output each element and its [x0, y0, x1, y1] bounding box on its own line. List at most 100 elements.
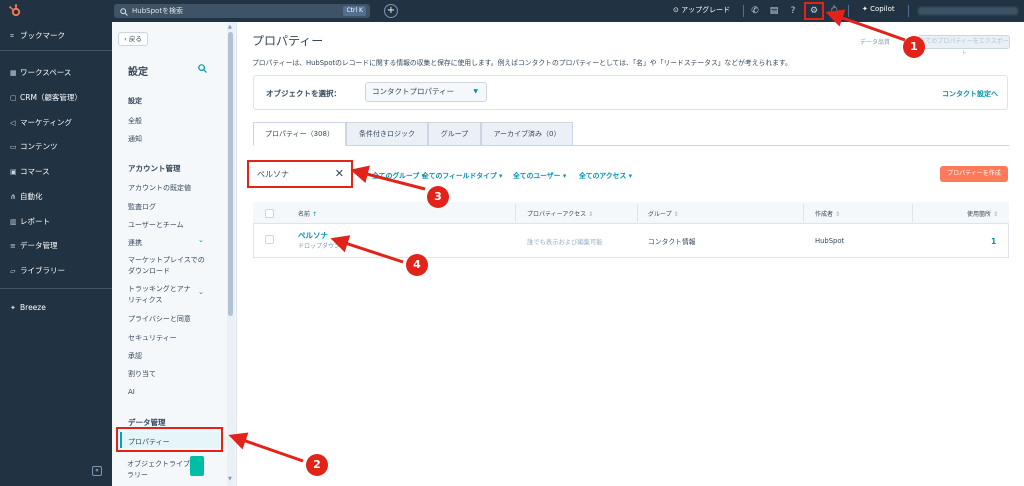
caret-down-icon: ▼ — [473, 88, 478, 95]
copilot-button[interactable]: ✦ Copilot — [862, 5, 895, 13]
phone-icon[interactable]: ✆ — [749, 5, 761, 17]
crm-icon: ▢ — [10, 94, 17, 102]
filter-groups-label: 全てのグループ — [372, 172, 420, 180]
upgrade-button[interactable]: ⊙ アップグレード — [673, 5, 730, 15]
filter-access-label: 全てのアクセス — [579, 172, 627, 180]
nav-item-bookmarks[interactable]: ⌗ ブックマーク — [10, 30, 65, 41]
nav-item-data-management[interactable]: ≡ データ管理 — [10, 240, 58, 251]
divider — [0, 288, 112, 289]
settings-item-general[interactable]: 全般 — [128, 116, 142, 126]
settings-item-audit-log[interactable]: 監査ログ — [128, 202, 156, 212]
divider — [908, 5, 909, 17]
workspace-icon: ▦ — [10, 69, 17, 77]
settings-title: 設定 — [128, 67, 148, 78]
settings-section-heading: 設定 — [128, 97, 142, 105]
column-divider — [637, 204, 638, 222]
search-shortcut: Ctrl K — [343, 6, 366, 16]
tab-groups[interactable]: グループ — [428, 122, 481, 146]
settings-item-security[interactable]: セキュリティー — [128, 333, 177, 343]
collapse-sidebar-button[interactable]: « — [92, 466, 102, 476]
filter-groups[interactable]: 全てのグループ ▾ — [372, 170, 425, 180]
select-all-checkbox[interactable] — [265, 209, 274, 218]
sort-ascending-icon: ↑ — [311, 211, 317, 218]
property-name-link[interactable]: ペルソナ — [298, 230, 328, 241]
contact-settings-link[interactable]: コンタクト設定へ — [942, 89, 998, 99]
column-divider — [515, 204, 516, 222]
content-icon: ▭ — [10, 143, 17, 151]
tab-archived[interactable]: アーカイブ済み（0） — [481, 122, 573, 146]
column-divider — [803, 204, 804, 222]
nav-item-commerce[interactable]: ▣ コマース — [10, 166, 50, 177]
settings-item-object-library[interactable]: オブジェクトライブ — [127, 459, 190, 469]
nav-item-content[interactable]: ▭ コンテンツ — [10, 141, 58, 152]
filter-field-types[interactable]: 全てのフィールドタイプ ▾ — [422, 170, 502, 180]
settings-item-assignments[interactable]: 割り当て — [128, 369, 156, 379]
tab-conditional-logic[interactable]: 条件付きロジック — [346, 122, 428, 146]
column-header-creator[interactable]: 作成者 ⇕ — [815, 209, 840, 218]
column-header-usage[interactable]: 使用箇所 ⇕ — [967, 209, 998, 218]
export-properties-button[interactable]: 全てのプロパティーをエクスポート — [918, 35, 1010, 57]
property-usage-link[interactable]: 1 — [991, 237, 996, 246]
settings-item-account-defaults[interactable]: アカウントの既定値 — [128, 183, 191, 193]
nav-item-marketing[interactable]: ◁ マーケティング — [10, 117, 72, 128]
row-checkbox[interactable] — [265, 235, 274, 244]
settings-item-privacy[interactable]: プライバシーと同意 — [128, 314, 191, 324]
upgrade-label: アップグレード — [681, 6, 731, 14]
property-search-input[interactable]: ペルソナ ✕ — [247, 160, 353, 188]
account-menu[interactable] — [918, 7, 1018, 15]
filter-users[interactable]: 全てのユーザー ▾ — [513, 170, 566, 180]
settings-item-marketplace[interactable]: マーケットプレイスでの — [128, 255, 205, 265]
sort-icon: ⇕ — [588, 211, 594, 218]
nav-item-automation[interactable]: ⋔ 自動化 — [10, 191, 43, 202]
object-select-label: オブジェクトを選択： — [266, 89, 341, 98]
property-creator: HubSpot — [815, 237, 845, 245]
back-button[interactable]: ‹ 戻る — [118, 32, 148, 46]
column-header-access[interactable]: プロパティーアクセス ⇕ — [527, 209, 593, 218]
nav-item-library[interactable]: ▱ ライブラリー — [10, 265, 65, 276]
divider — [848, 5, 849, 17]
nav-item-breeze[interactable]: ✦ Breeze — [10, 303, 46, 312]
settings-item-integrations[interactable]: 連携 — [128, 238, 142, 248]
sort-icon: ⇕ — [673, 211, 679, 218]
create-new-button[interactable]: + — [384, 4, 398, 18]
column-header-name[interactable]: 名前 ↑ — [298, 209, 317, 218]
global-search-input[interactable]: HubSpotを検索 Ctrl K — [114, 4, 370, 18]
chevron-down-icon[interactable]: ⌄ — [198, 288, 204, 296]
settings-scrollbar-thumb[interactable] — [228, 32, 233, 316]
bell-icon[interactable]: 🔔︎ — [828, 5, 840, 17]
nav-item-reports[interactable]: ▥ レポート — [10, 216, 50, 227]
search-placeholder: HubSpotを検索 — [132, 7, 184, 15]
marketing-icon: ◁ — [10, 119, 16, 127]
nav-item-workspace[interactable]: ▦ ワークスペース — [10, 67, 71, 78]
close-icon[interactable]: ✕ — [335, 167, 344, 180]
marketplace-icon[interactable]: ▤ — [768, 5, 780, 17]
settings-item-ai[interactable]: AI — [128, 388, 135, 396]
copilot-label: Copilot — [870, 5, 895, 13]
scroll-down-icon[interactable]: ▼ — [228, 476, 232, 482]
nav-item-crm[interactable]: ▢ CRM（顧客管理） — [10, 92, 82, 103]
settings-item-approvals[interactable]: 承認 — [128, 351, 142, 361]
sort-icon: ⇕ — [834, 211, 840, 218]
settings-item-tracking[interactable]: トラッキングとアナ — [128, 284, 191, 294]
settings-item-notifications[interactable]: 通知 — [128, 134, 142, 144]
account-section-heading: アカウント管理 — [128, 164, 181, 173]
settings-item-tracking-line2: リティクス — [128, 296, 163, 304]
page-title: プロパティー — [252, 34, 324, 48]
settings-item-users-teams[interactable]: ユーザーとチーム — [128, 220, 184, 230]
column-header-group[interactable]: グループ ⇕ — [648, 209, 679, 218]
table-header — [253, 202, 1009, 224]
hubspot-logo-icon[interactable] — [8, 4, 22, 18]
data-quality-button[interactable]: データ品質 — [860, 37, 890, 46]
page-description: プロパティーは、HubSpotのレコードに関する情報の収集と保存に使用します。例… — [252, 59, 792, 67]
help-icon[interactable]: ? — [787, 5, 799, 17]
gear-icon[interactable]: ⚙ — [808, 5, 820, 17]
tab-properties[interactable]: プロパティー（308） — [253, 122, 346, 146]
annotation-marker-1: 1 — [903, 36, 925, 58]
create-property-button[interactable]: プロパティーを作成 — [940, 166, 1008, 182]
filter-access[interactable]: 全てのアクセス ▾ — [579, 170, 632, 180]
scroll-up-icon[interactable]: ▲ — [228, 24, 232, 30]
search-icon[interactable] — [198, 64, 207, 76]
object-select-dropdown[interactable]: コンタクトプロパティー ▼ — [365, 82, 487, 102]
copilot-icon: ✦ — [862, 5, 868, 13]
chevron-down-icon[interactable]: ⌄ — [198, 236, 204, 244]
